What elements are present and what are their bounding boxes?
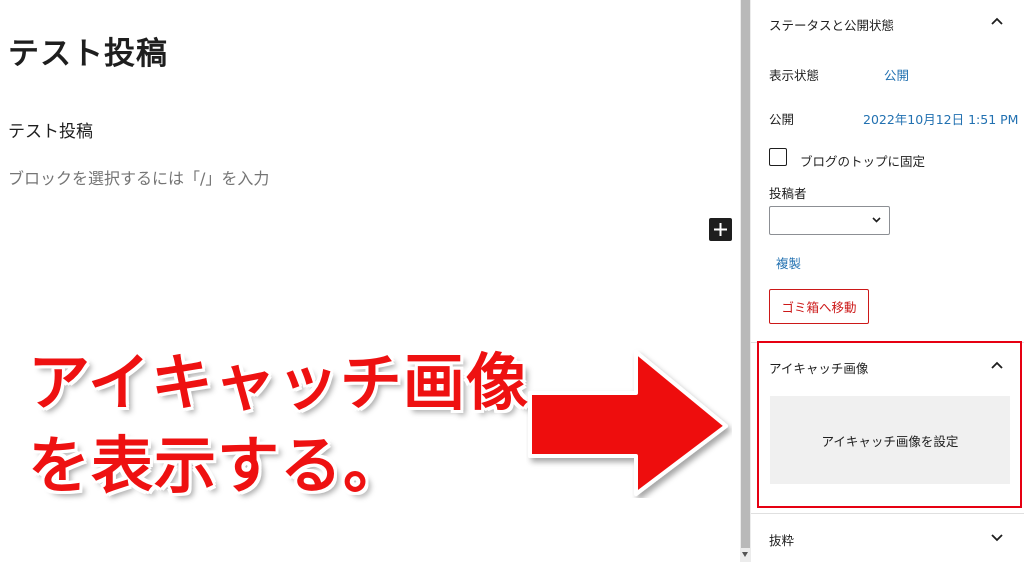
arrow-right-icon [528, 350, 728, 496]
paragraph-block[interactable]: テスト投稿 [8, 117, 93, 142]
scroll-down-arrow-icon[interactable] [742, 552, 748, 557]
visibility-value-link[interactable]: 公開 [884, 65, 909, 84]
annotation-line-1: アイキャッチ画像 [28, 346, 529, 419]
plus-icon [714, 223, 727, 236]
chevron-down-icon[interactable] [991, 534, 1003, 542]
duplicate-link[interactable]: 複製 [776, 253, 801, 272]
chevron-up-icon[interactable] [991, 17, 1003, 25]
author-label: 投稿者 [769, 186, 807, 201]
sticky-label: ブログのトップに固定 [800, 154, 926, 169]
publish-date-link[interactable]: 2022年10月12日 1:51 PM [863, 109, 1018, 128]
move-to-trash-button[interactable]: ゴミ箱へ移動 [769, 289, 869, 324]
block-inserter-button[interactable] [709, 218, 732, 241]
panel-divider [751, 513, 1024, 514]
publish-label: 公開 [769, 112, 795, 127]
chevron-down-icon [872, 217, 881, 223]
editor-scrollbar[interactable] [740, 0, 751, 562]
author-select[interactable] [769, 206, 890, 235]
block-placeholder[interactable]: ブロックを選択するには「/」を入力 [8, 165, 269, 189]
scrollbar-thumb[interactable] [741, 0, 750, 548]
annotation-line-2: を表示する。 [28, 429, 407, 502]
sticky-checkbox[interactable] [769, 148, 787, 166]
highlight-frame [757, 341, 1022, 508]
status-panel-title[interactable]: ステータスと公開状態 [769, 15, 894, 34]
settings-sidebar: ステータスと公開状態 表示状態 公開 公開 2022年10月12日 1:51 P… [751, 0, 1024, 562]
post-title[interactable]: テスト投稿 [8, 28, 168, 73]
visibility-label: 表示状態 [769, 68, 820, 83]
excerpt-panel-title[interactable]: 抜粋 [769, 530, 794, 549]
